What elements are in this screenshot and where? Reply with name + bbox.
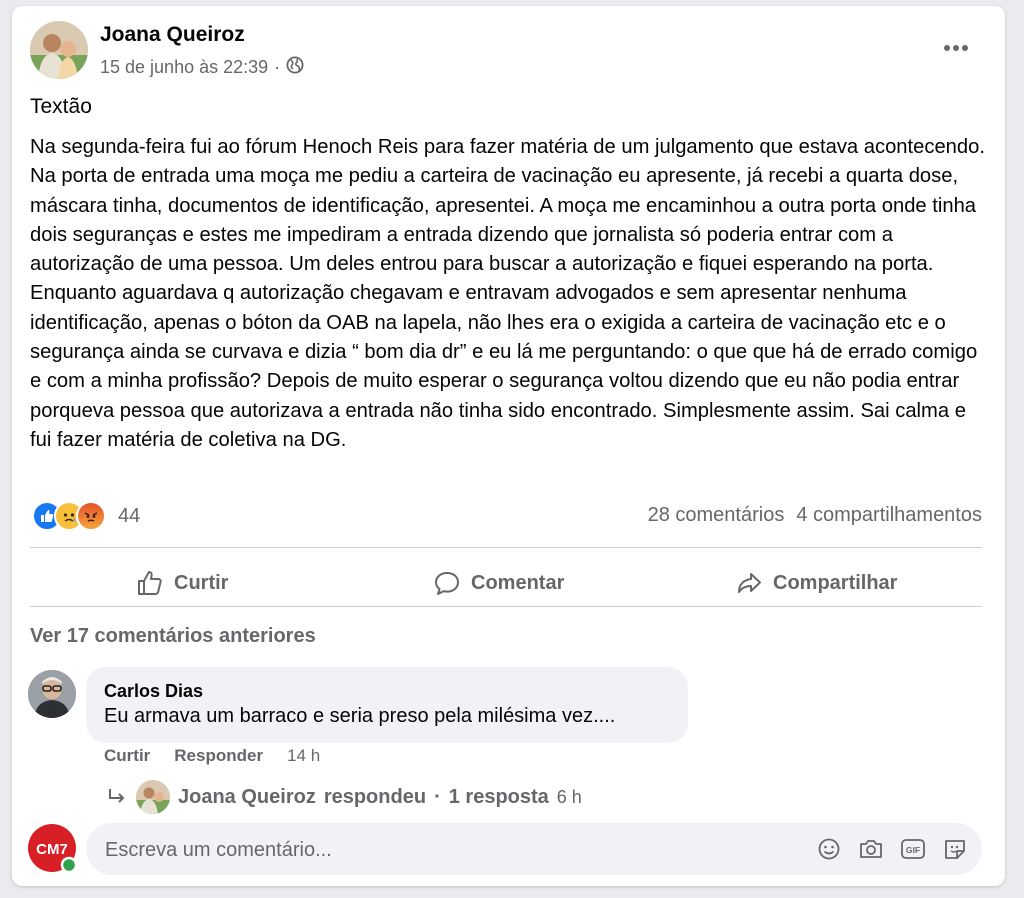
current-user-avatar[interactable]: CM7: [28, 824, 78, 874]
share-button[interactable]: Compartilhar: [735, 561, 897, 605]
composer-icons: GIF: [815, 834, 968, 864]
divider-top: [30, 547, 982, 548]
post-stats: 28 comentários 4 compartilhamentos: [648, 504, 982, 527]
commenter-avatar[interactable]: [28, 670, 76, 718]
comment-like-link[interactable]: Curtir: [104, 746, 150, 766]
comment-input[interactable]: [103, 823, 787, 877]
reply-verb: respondeu: [323, 785, 427, 808]
globe-icon[interactable]: [286, 56, 304, 79]
share-icon: [738, 573, 761, 593]
comment-composer: GIF: [86, 823, 982, 877]
like-button[interactable]: Curtir: [136, 561, 228, 605]
thumbs-up-icon: [138, 571, 162, 595]
sticker-icon[interactable]: [941, 834, 968, 864]
svg-text:GIF: GIF: [905, 845, 919, 855]
reply-author: Joana Queiroz: [178, 785, 316, 808]
more-dots-icon: [944, 45, 968, 51]
comment-reply-link[interactable]: Responder: [174, 746, 263, 766]
gif-icon[interactable]: GIF: [899, 834, 926, 864]
more-options-button[interactable]: [934, 34, 978, 62]
comment-label: Comentar: [471, 571, 565, 594]
like-label: Curtir: [174, 571, 229, 594]
meta-separator: ·: [274, 57, 281, 77]
comment-time[interactable]: 14 h: [287, 746, 320, 766]
commenter-name[interactable]: Carlos Dias: [104, 681, 203, 702]
reaction-count: 44: [118, 504, 141, 527]
reply-time: 6 h: [556, 786, 582, 807]
post-meta: 15 de junho às 22:39 ·: [100, 56, 304, 79]
comment-text: Eu armava um barraco e seria preso pela …: [104, 705, 616, 727]
post-card: Joana Queiroz 15 de junho às 22:39 · Tex…: [12, 6, 1005, 886]
author-name[interactable]: Joana Queiroz: [100, 23, 245, 47]
reply-separator: ·: [434, 785, 441, 808]
reactions-summary[interactable]: 44: [32, 501, 140, 531]
comment-actions: Curtir Responder 14 h: [104, 746, 320, 766]
angry-reaction-icon: [76, 501, 106, 531]
comment-button[interactable]: Comentar: [433, 561, 564, 605]
reply-arrow-icon: [109, 789, 125, 803]
comment-count-link[interactable]: 28 comentários: [648, 504, 785, 527]
divider-bottom: [30, 606, 982, 607]
camera-icon[interactable]: [857, 834, 884, 864]
reply-summary[interactable]: Joana Queiroz respondeu · 1 resposta 6 h: [106, 780, 582, 814]
reply-count: 1 resposta: [448, 785, 549, 808]
post-title: Textão: [30, 95, 92, 118]
comment-icon: [435, 572, 459, 595]
view-previous-comments-link[interactable]: Ver 17 comentários anteriores: [30, 625, 316, 648]
post-timestamp[interactable]: 15 de junho às 22:39: [100, 57, 268, 78]
user-avatar-text: CM7: [36, 841, 68, 858]
emoji-icon[interactable]: [815, 834, 842, 864]
post-body: Na segunda-feira fui ao fórum Henoch Rei…: [30, 136, 985, 451]
reply-author-avatar: [136, 780, 170, 814]
author-avatar[interactable]: [30, 21, 88, 79]
share-count-link[interactable]: 4 compartilhamentos: [796, 504, 982, 527]
share-label: Compartilhar: [773, 571, 898, 594]
